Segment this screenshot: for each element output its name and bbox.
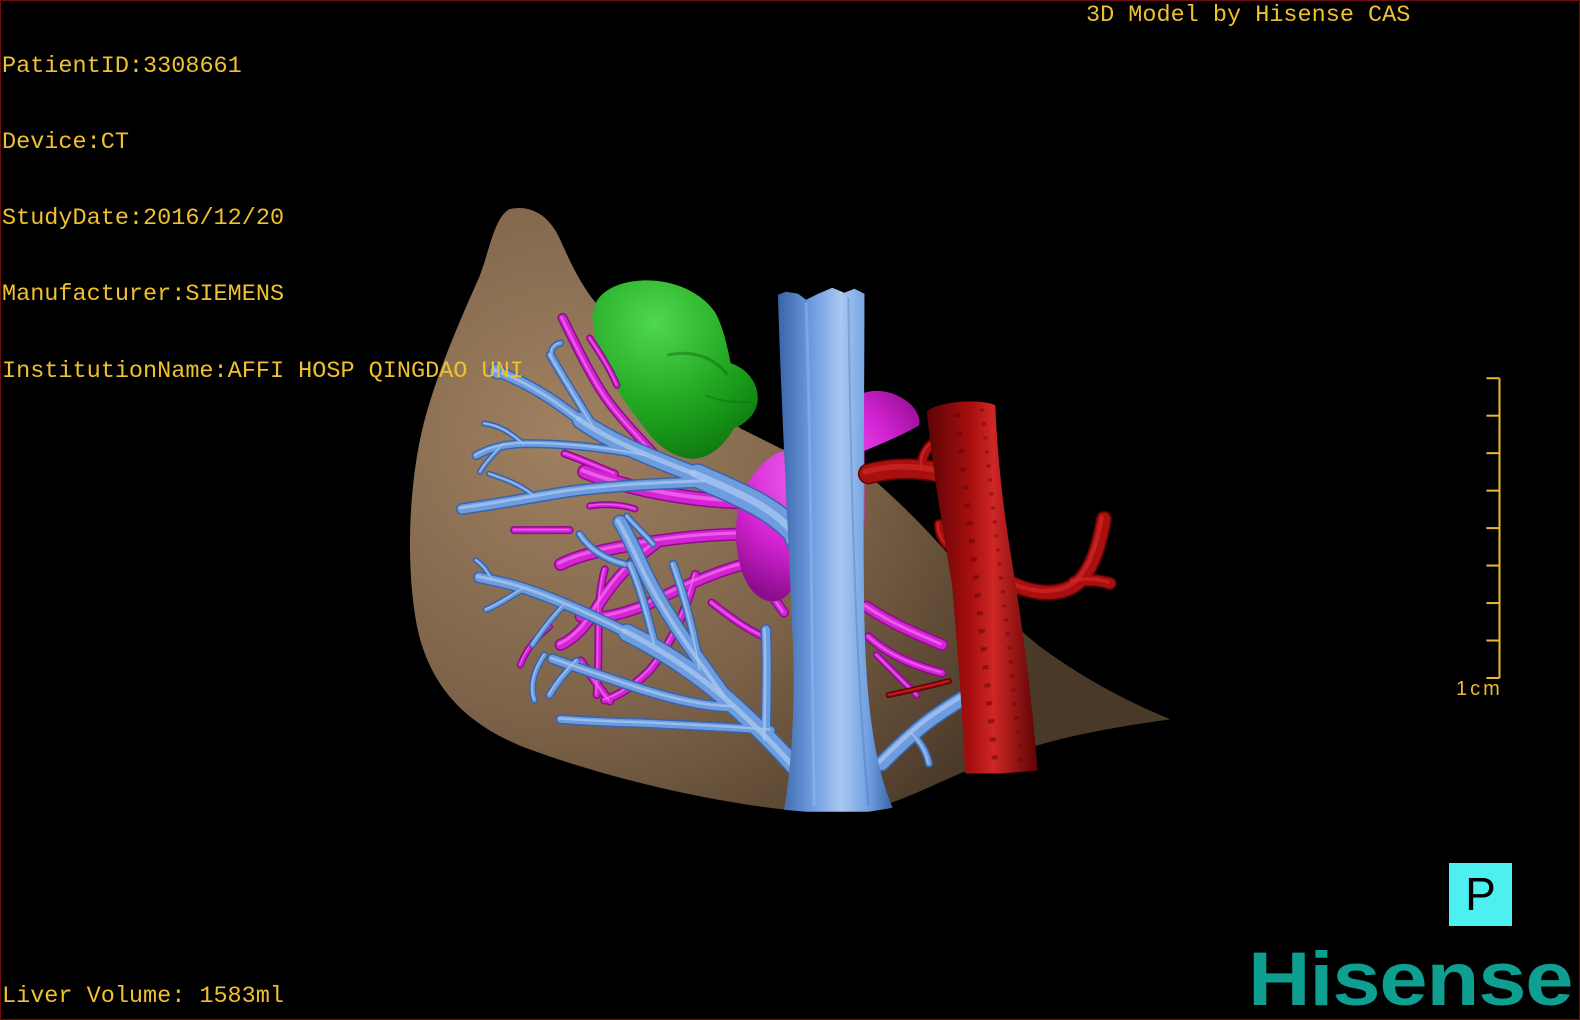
info-label: StudyDate:: [2, 205, 144, 233]
scale-bar-label: 1cm: [1456, 678, 1503, 700]
info-label: PatientID:: [2, 52, 144, 80]
info-value: AFFI HOSP QINGDAO UNI: [227, 357, 524, 385]
info-label: Device:: [2, 129, 101, 157]
info-value: 2016/12/20: [143, 205, 285, 233]
info-line-patient-id: PatientID:3308661: [2, 54, 524, 79]
liver-volume-value: 1583ml: [199, 983, 284, 1010]
liver-volume-readout: Liver Volume: 1583ml: [2, 984, 284, 1009]
viewer-window: PatientID:3308661 Device:CT StudyDate:20…: [0, 0, 1580, 1020]
patient-info-overlay: PatientID:3308661 Device:CT StudyDate:20…: [2, 3, 524, 435]
info-value: SIEMENS: [185, 281, 285, 309]
info-line-device: Device:CT: [2, 130, 524, 155]
info-line-manufacturer: Manufacturer:SIEMENS: [2, 282, 524, 307]
model-credit: 3D Model by Hisense CAS: [1086, 2, 1411, 29]
info-line-institution-name: InstitutionName:AFFI HOSP QINGDAO UNI: [2, 357, 524, 385]
hisense-logo: Hisense: [1248, 937, 1573, 1020]
info-label: InstitutionName:: [2, 357, 228, 385]
info-line-study-date: StudyDate:2016/12/20: [2, 206, 524, 231]
info-value: 3308661: [143, 52, 242, 80]
hepatic-vein-branch-highlight: [763, 627, 767, 741]
info-label: Manufacturer:: [2, 281, 186, 309]
liver-volume-label: Liver Volume:: [2, 983, 186, 1010]
scale-bar: [1486, 377, 1501, 679]
portal-vein-trunk-extension: [862, 390, 920, 452]
info-value: CT: [100, 129, 129, 157]
orientation-marker: P: [1449, 863, 1512, 926]
